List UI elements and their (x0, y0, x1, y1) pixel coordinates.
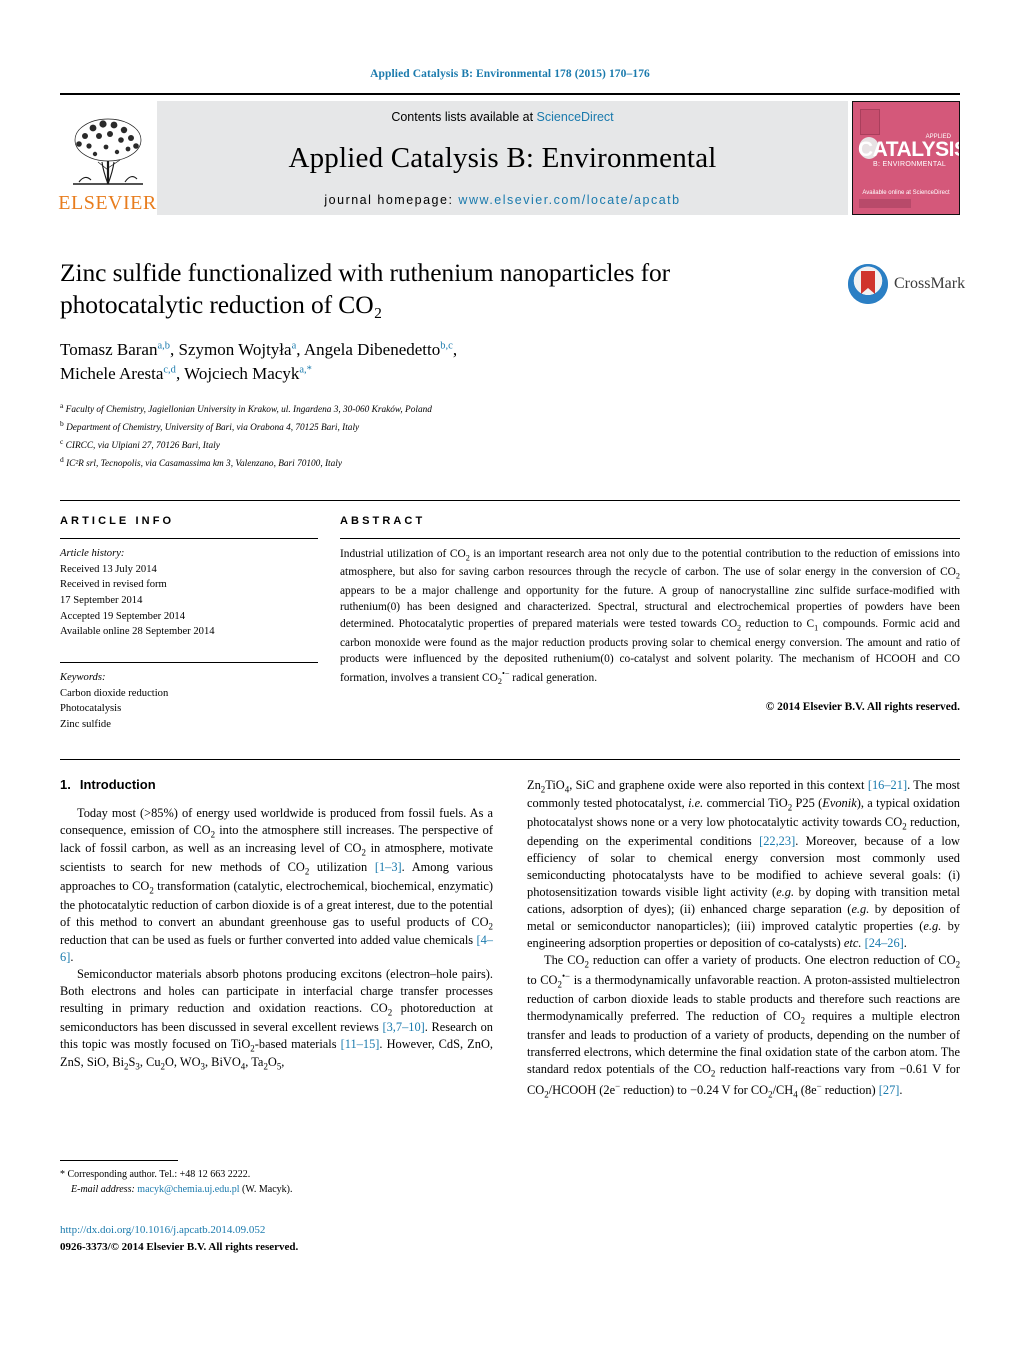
homepage-label: journal homepage: (324, 193, 459, 207)
cover-bar-decoration (859, 199, 911, 208)
contents-lists-line: Contents lists available at ScienceDirec… (391, 110, 613, 124)
article-info-heading: ARTICLE INFO (60, 515, 175, 528)
footnote-email[interactable]: E-mail address: macyk@chemia.uj.edu.pl (… (60, 1182, 493, 1197)
history-item: Available online 28 September 2014 (60, 626, 215, 638)
affiliation-list: a Faculty of Chemistry, Jagiellonian Uni… (60, 400, 960, 473)
abstract-column: ABSTRACT Industrial utilization of CO2 i… (340, 515, 960, 733)
cover-elsevier-mark-icon (860, 109, 880, 135)
paragraph: Semiconductor materials absorb photons p… (60, 967, 494, 1072)
history-item: Received in revised form (60, 579, 167, 591)
footer-doi-block: http://dx.doi.org/10.1016/j.apcatb.2014.… (60, 1222, 520, 1255)
keyword-item: Photocatalysis (60, 703, 122, 715)
affiliation-item: c CIRCC, via Ulpiani 27, 70126 Bari, Ita… (60, 436, 960, 454)
affiliation-marker: c (60, 436, 64, 446)
corresponding-author-footnote: * Corresponding author. Tel.: +48 12 663… (60, 1160, 493, 1197)
affiliation-text: Faculty of Chemistry, Jagiellonian Unive… (65, 404, 432, 415)
divider (340, 538, 960, 540)
journal-cover-thumbnail: APPLIED CATALYSIS B: ENVIRONMENTAL Avail… (852, 101, 960, 215)
journal-homepage-line: journal homepage: www.elsevier.com/locat… (324, 193, 680, 207)
homepage-url-link[interactable]: www.elsevier.com/locate/apcatb (458, 193, 680, 207)
abstract-text: Industrial utilization of CO2 is an impo… (340, 548, 960, 687)
paper-page: Applied Catalysis B: Environmental 178 (… (0, 0, 1020, 1351)
page-title: Zinc sulfide functionalized with rutheni… (60, 258, 671, 320)
doi-link[interactable]: http://dx.doi.org/10.1016/j.apcatb.2014.… (60, 1222, 520, 1239)
article-history-label: Article history: (60, 548, 125, 560)
paragraph: Zn2TiO4, SiC and graphene oxide were als… (527, 777, 961, 950)
cover-sub-word: B: ENVIRONMENTAL (873, 161, 947, 168)
footnote-corresponding: * Corresponding author. Tel.: +48 12 663… (60, 1169, 251, 1180)
affiliation-text: IC²R srl, Tecnopolis, via Casamassima km… (66, 459, 343, 470)
section-title: Introduction (79, 776, 156, 792)
affiliation-item: b Department of Chemistry, University of… (60, 418, 960, 436)
crossmark-badge-group[interactable]: CrossMark (848, 261, 965, 307)
journal-title: Applied Catalysis B: Environmental (288, 142, 717, 174)
keywords-label: Keywords: (60, 672, 106, 684)
section-number: 1. (60, 776, 71, 792)
author-list: Tomasz Barana,b, Szymon Wojtyłaa, Angela… (60, 340, 458, 384)
journal-banner: Contents lists available at ScienceDirec… (157, 101, 848, 215)
divider (60, 538, 318, 540)
journal-header-band: ELSEVIER Contents lists available at Sci… (58, 93, 960, 215)
elsevier-tree-icon (72, 118, 143, 185)
crossmark-label: CrossMark (894, 275, 966, 292)
footnote-rule (60, 1160, 178, 1161)
body-column-right: Zn2TiO4, SiC and graphene oxide were als… (527, 777, 960, 1101)
article-info-column: ARTICLE INFO Article history: Received 1… (60, 515, 318, 733)
issn-copyright-line: 0926-3373/© 2014 Elsevier B.V. All right… (60, 1240, 299, 1253)
affiliation-item: d IC²R srl, Tecnopolis, via Casamassima … (60, 454, 960, 472)
cover-bottom-text: Available online at ScienceDirect (862, 190, 950, 196)
contents-prefix: Contents lists available at (391, 110, 537, 124)
history-item: Accepted 19 September 2014 (60, 610, 186, 622)
divider (60, 662, 318, 664)
section-heading-introduction: 1. Introduction (60, 777, 493, 792)
cover-main-word: CATALYSIS (858, 138, 960, 161)
body-divider (60, 758, 960, 760)
affiliation-item: a Faculty of Chemistry, Jagiellonian Uni… (60, 400, 960, 418)
body-column-left: 1. Introduction Today most (>85%) of ener… (60, 777, 493, 1101)
article-history-block: Article history: Received 13 July 2014 R… (60, 546, 318, 640)
body-columns: 1. Introduction Today most (>85%) of ener… (60, 777, 960, 1101)
abstract-copyright: © 2014 Elsevier B.V. All rights reserved… (765, 701, 960, 714)
history-item: 17 September 2014 (60, 595, 143, 607)
elsevier-logo: ELSEVIER (58, 101, 157, 215)
paragraph: The CO2 reduction can offer a variety of… (527, 952, 961, 1100)
keyword-item: Zinc sulfide (60, 719, 111, 731)
affiliation-marker: d (60, 454, 64, 464)
affiliation-marker: a (60, 400, 64, 410)
paragraph: Today most (>85%) of energy used worldwi… (60, 805, 494, 965)
abstract-heading: ABSTRACT (340, 515, 426, 528)
sciencedirect-link[interactable]: ScienceDirect (537, 110, 614, 124)
running-head: Applied Catalysis B: Environmental 178 (… (370, 68, 650, 80)
affiliation-text: CIRCC, via Ulpiani 27, 70126 Bari, Italy (65, 440, 220, 451)
crossmark-icon (848, 264, 888, 304)
keyword-item: Carbon dioxide reduction (60, 687, 169, 699)
history-item: Received 13 July 2014 (60, 563, 157, 575)
elsevier-wordmark: ELSEVIER (58, 192, 157, 214)
affiliation-marker: b (60, 418, 64, 428)
info-abstract-section: ARTICLE INFO Article history: Received 1… (60, 500, 960, 733)
affiliation-text: Department of Chemistry, University of B… (66, 422, 360, 433)
title-area: CrossMark Zinc sulfide functionalized wi… (60, 257, 965, 473)
keywords-block: Keywords: Carbon dioxide reduction Photo… (60, 670, 318, 733)
